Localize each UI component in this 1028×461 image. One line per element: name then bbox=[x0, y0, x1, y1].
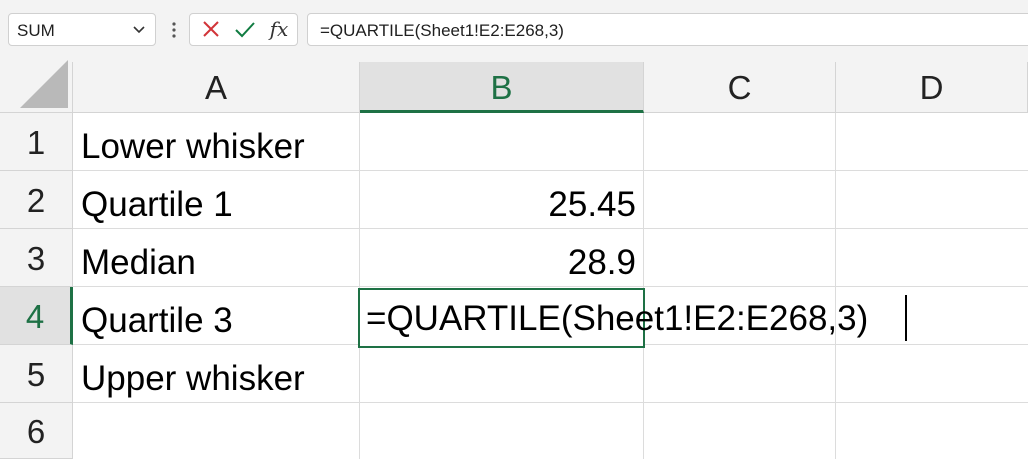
row-header-3[interactable]: 3 bbox=[0, 229, 73, 287]
gridline bbox=[835, 113, 836, 459]
cell-a5[interactable]: Upper whisker bbox=[81, 361, 305, 396]
gridline bbox=[73, 402, 1028, 403]
worksheet-grid: A B C D 1 2 3 4 5 6 Lower whisker Quarti… bbox=[0, 60, 1028, 459]
row-header-5[interactable]: 5 bbox=[0, 345, 73, 403]
formula-actions: fx bbox=[189, 13, 298, 46]
row-header-6[interactable]: 6 bbox=[0, 403, 73, 459]
row-header-4[interactable]: 4 bbox=[0, 287, 73, 345]
cell-a4[interactable]: Quartile 3 bbox=[81, 303, 233, 338]
cell-a1[interactable]: Lower whisker bbox=[81, 129, 305, 164]
insert-function-icon[interactable]: fx bbox=[262, 14, 296, 45]
formula-bar: SUM fx =QUARTILE(Sheet1!E2:E268,3) bbox=[0, 0, 1028, 62]
more-options-icon[interactable] bbox=[170, 15, 178, 45]
name-box-value: SUM bbox=[17, 21, 55, 40]
text-cursor bbox=[905, 295, 907, 341]
name-box[interactable]: SUM bbox=[8, 13, 156, 46]
cell-b4-edit-text[interactable]: =QUARTILE(Sheet1!E2:E268,3) bbox=[366, 301, 868, 336]
gridline bbox=[73, 286, 1028, 287]
gridline bbox=[73, 228, 1028, 229]
formula-input[interactable]: =QUARTILE(Sheet1!E2:E268,3) bbox=[307, 13, 1028, 46]
column-header-d[interactable]: D bbox=[836, 62, 1028, 113]
row-header-1[interactable]: 1 bbox=[0, 113, 73, 171]
gridline bbox=[73, 170, 1028, 171]
select-all-triangle-icon bbox=[20, 60, 68, 108]
cell-b3[interactable]: 28.9 bbox=[366, 245, 636, 280]
chevron-down-icon[interactable] bbox=[132, 24, 146, 36]
gridline bbox=[643, 113, 644, 459]
column-header-a[interactable]: A bbox=[73, 62, 360, 113]
column-header-c[interactable]: C bbox=[644, 62, 836, 113]
cancel-icon[interactable] bbox=[194, 14, 228, 45]
cell-a3[interactable]: Median bbox=[81, 245, 196, 280]
row-header-2[interactable]: 2 bbox=[0, 171, 73, 229]
column-header-b[interactable]: B bbox=[360, 62, 644, 113]
select-all-button[interactable] bbox=[0, 60, 73, 113]
cell-b2[interactable]: 25.45 bbox=[366, 187, 636, 222]
gridline bbox=[359, 113, 360, 459]
cell-a2[interactable]: Quartile 1 bbox=[81, 187, 233, 222]
formula-text: =QUARTILE(Sheet1!E2:E268,3) bbox=[320, 21, 564, 40]
enter-check-icon[interactable] bbox=[228, 14, 262, 45]
